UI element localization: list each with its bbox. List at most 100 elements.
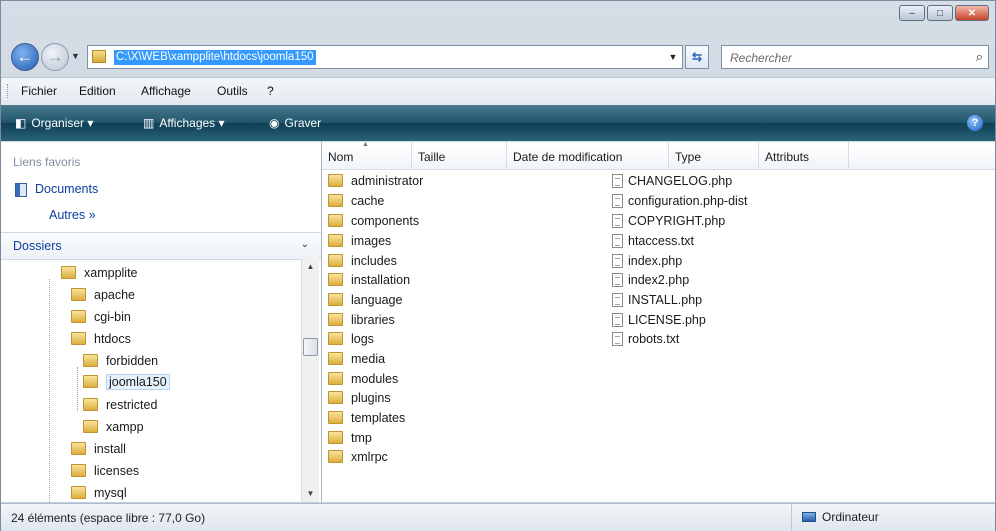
refresh-button[interactable]: ⇆: [685, 45, 709, 69]
tree-item-apache[interactable]: apache: [71, 288, 135, 302]
list-item-file[interactable]: COPYRIGHT.php: [612, 214, 725, 228]
computer-icon: [802, 512, 816, 522]
column-attributes[interactable]: Attributs: [759, 142, 849, 169]
item-label: modules: [351, 372, 399, 386]
list-item-file[interactable]: configuration.php-dist: [612, 194, 748, 208]
tree-scrollbar[interactable]: ▲ ▼: [301, 259, 319, 502]
menu-view[interactable]: Affichage: [141, 84, 191, 98]
back-button[interactable]: ←: [11, 43, 39, 71]
list-item-folder[interactable]: images: [328, 234, 391, 248]
documents-label: Documents: [35, 182, 99, 196]
tree-item-forbidden[interactable]: forbidden: [83, 354, 158, 368]
menu-tools[interactable]: Outils: [217, 84, 248, 98]
tree-item-xampplite[interactable]: xampplite: [61, 266, 138, 280]
list-item-file[interactable]: htaccess.txt: [612, 234, 694, 248]
list-item-folder[interactable]: installation: [328, 273, 410, 287]
list-item-file[interactable]: index2.php: [612, 273, 689, 287]
folder-icon: [71, 332, 86, 345]
list-item-folder[interactable]: administrator: [328, 174, 423, 188]
list-item-folder[interactable]: cache: [328, 194, 384, 208]
search-input[interactable]: Rechercher ⌕: [721, 45, 989, 69]
recent-pages-dropdown-icon[interactable]: ▼: [71, 51, 80, 61]
list-item-folder[interactable]: logs: [328, 332, 374, 346]
item-label: configuration.php-dist: [628, 194, 748, 208]
views-button[interactable]: ▥ Affichages ▾: [143, 116, 225, 130]
list-item-folder[interactable]: language: [328, 293, 402, 307]
views-icon: ▥: [143, 116, 155, 130]
list-item-folder[interactable]: libraries: [328, 313, 395, 327]
tree-item-restricted[interactable]: restricted: [83, 398, 157, 412]
address-row: ← → ▼ C:\X\WEB\xampplite\htdocs\joomla15…: [9, 41, 989, 75]
list-item-folder[interactable]: media: [328, 352, 385, 366]
list-item-folder[interactable]: includes: [328, 254, 397, 268]
list-item-folder[interactable]: components: [328, 214, 419, 228]
address-bar[interactable]: C:\X\WEB\xampplite\htdocs\joomla150 ▼: [87, 45, 683, 69]
favorite-documents-link[interactable]: Documents: [15, 182, 98, 197]
list-item-folder[interactable]: modules: [328, 372, 398, 386]
folder-icon: [328, 273, 343, 286]
search-placeholder: Rechercher: [730, 51, 793, 65]
address-path[interactable]: C:\X\WEB\xampplite\htdocs\joomla150: [114, 50, 316, 65]
organize-icon: ◧: [15, 116, 27, 130]
list-item-folder[interactable]: templates: [328, 411, 405, 425]
tree-item-label: xampp: [106, 420, 144, 434]
menu-file[interactable]: Fichier: [21, 84, 57, 98]
list-item-file[interactable]: CHANGELOG.php: [612, 174, 732, 188]
help-icon[interactable]: ?: [967, 115, 983, 131]
command-bar: ◧ Organiser ▾ ▥ Affichages ▾ ◉ Graver ?: [1, 105, 995, 141]
column-label: Attributs: [765, 150, 810, 164]
folders-header[interactable]: Dossiers ⌄: [1, 232, 321, 260]
tree-item-install[interactable]: install: [71, 442, 126, 456]
maximize-button[interactable]: □: [927, 5, 953, 21]
search-icon[interactable]: ⌕: [976, 49, 983, 65]
list-item-file[interactable]: INSTALL.php: [612, 293, 702, 307]
folder-icon: [328, 234, 343, 247]
list-item-folder[interactable]: plugins: [328, 391, 391, 405]
item-label: plugins: [351, 391, 391, 405]
column-name[interactable]: ▲ Nom: [322, 141, 412, 169]
list-item-file[interactable]: index.php: [612, 254, 682, 268]
forward-button[interactable]: →: [41, 43, 69, 71]
tree-item-xampp[interactable]: xampp: [83, 420, 144, 434]
scroll-up-icon[interactable]: ▲: [302, 259, 319, 275]
list-item-file[interactable]: LICENSE.php: [612, 313, 706, 327]
tree-item-licenses[interactable]: licenses: [71, 464, 139, 478]
menu-edit[interactable]: Edition: [79, 84, 116, 98]
menu-help[interactable]: ?: [267, 84, 274, 98]
list-item-folder[interactable]: tmp: [328, 431, 372, 445]
item-label: administrator: [351, 174, 424, 188]
tree-item-mysql[interactable]: mysql: [71, 486, 127, 500]
column-size[interactable]: Taille: [412, 142, 507, 169]
title-bar: – □ ✕: [1, 1, 995, 39]
minimize-button[interactable]: –: [899, 5, 925, 21]
favorites-more-link[interactable]: Autres »: [49, 208, 96, 222]
tree-item-label: install: [94, 442, 126, 456]
chevron-down-icon[interactable]: ⌄: [301, 239, 309, 250]
list-item-folder[interactable]: xmlrpc: [328, 450, 388, 464]
tree-item-htdocs[interactable]: htdocs: [71, 332, 131, 346]
close-button[interactable]: ✕: [955, 5, 989, 21]
item-label: includes: [351, 254, 397, 268]
item-label: LICENSE.php: [628, 313, 706, 327]
tree-item-cgi-bin[interactable]: cgi-bin: [71, 310, 131, 324]
scroll-down-icon[interactable]: ▼: [302, 486, 319, 502]
tree-connector: [77, 367, 78, 411]
navigation-pane: Liens favoris Documents Autres » Dossier…: [1, 142, 322, 502]
burn-button[interactable]: ◉ Graver: [269, 116, 321, 130]
tree-item-joomla150[interactable]: joomla150: [83, 374, 170, 390]
item-label: tmp: [351, 431, 372, 445]
folder-icon: [71, 486, 86, 499]
column-date[interactable]: Date de modification: [507, 142, 669, 169]
file-icon: [612, 194, 623, 208]
documents-icon: [15, 182, 27, 197]
item-label: index.php: [628, 254, 683, 268]
column-type[interactable]: Type: [669, 142, 759, 169]
folder-icon: [328, 194, 343, 207]
folder-icon: [71, 442, 86, 455]
list-item-file[interactable]: robots.txt: [612, 332, 679, 346]
scroll-thumb[interactable]: [303, 338, 318, 356]
address-dropdown-icon[interactable]: ▼: [664, 46, 682, 68]
folder-icon: [328, 214, 343, 227]
folder-icon: [328, 411, 343, 424]
organize-button[interactable]: ◧ Organiser ▾: [15, 116, 93, 130]
